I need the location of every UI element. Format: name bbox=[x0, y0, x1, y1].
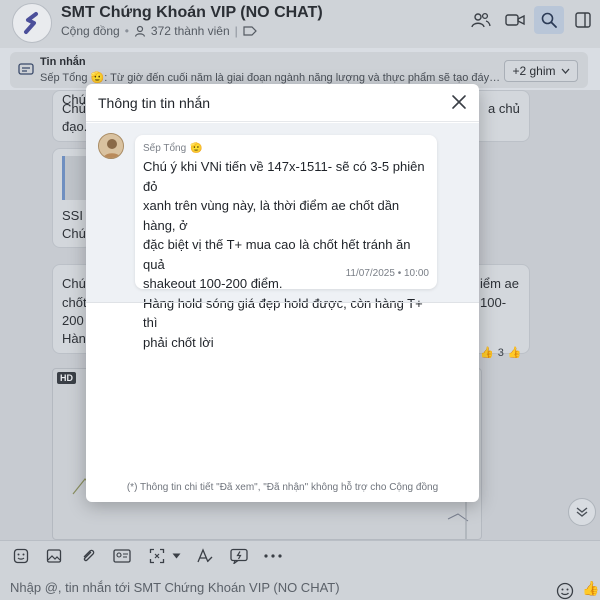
member-count[interactable]: 372 thành viên bbox=[151, 24, 230, 38]
link-preview-thumb bbox=[62, 156, 86, 200]
message-icon bbox=[18, 63, 34, 75]
sticker-button[interactable] bbox=[12, 547, 30, 565]
group-avatar[interactable] bbox=[12, 3, 52, 43]
image-button[interactable] bbox=[45, 547, 63, 565]
scroll-to-bottom-button[interactable] bbox=[568, 498, 596, 526]
message-line: xanh trên vùng này, là thời điểm ae chốt… bbox=[143, 198, 400, 233]
group-title[interactable]: SMT Chứng Khoán VIP (NO CHAT) bbox=[61, 4, 323, 22]
quick-message-icon bbox=[230, 548, 248, 564]
screenshot-button[interactable] bbox=[148, 547, 166, 565]
group-meta: Cộng đồng • 372 thành viên | bbox=[61, 24, 257, 38]
meta-separator: • bbox=[124, 24, 129, 38]
video-icon bbox=[505, 14, 525, 26]
text-format-icon bbox=[197, 548, 213, 563]
add-member-button[interactable] bbox=[466, 6, 496, 34]
message-text: chốt bbox=[62, 295, 87, 310]
image-icon bbox=[46, 549, 62, 563]
more-pins-button[interactable]: +2 ghim bbox=[504, 60, 578, 82]
sender-avatar[interactable] bbox=[98, 133, 124, 159]
message-text: 200 bbox=[62, 313, 84, 328]
dialog-header: Thông tin tin nhắn bbox=[86, 84, 479, 122]
sticker-icon bbox=[13, 548, 29, 564]
message-text: a chủ bbox=[488, 101, 520, 116]
member-icon bbox=[134, 25, 146, 37]
screenshot-options-button[interactable] bbox=[170, 547, 182, 565]
close-icon[interactable] bbox=[451, 94, 467, 110]
message-text: Chú bbox=[62, 276, 86, 291]
group-category: Cộng đồng bbox=[61, 24, 120, 38]
more-horizontal-icon bbox=[264, 554, 282, 558]
message-text: Chú bbox=[62, 226, 86, 241]
message-text: Chú bbox=[62, 101, 86, 116]
message-timestamp: 11/07/2025 • 10:00 bbox=[345, 268, 429, 279]
meta-separator: | bbox=[234, 24, 238, 38]
logo-icon bbox=[24, 12, 38, 34]
avatar-image bbox=[99, 134, 123, 158]
chevron-down-icon bbox=[561, 68, 570, 74]
message-preview-area: Sếp Tổng 🫡 Chú ý khi VNi tiến về 147x-15… bbox=[86, 123, 479, 350]
attach-button[interactable] bbox=[79, 547, 97, 565]
add-reaction-icon[interactable]: 👍 bbox=[508, 346, 522, 359]
message-input[interactable]: Nhập @, tin nhắn tới SMT Chứng Khoán VIP… bbox=[10, 580, 340, 595]
sidebar-icon bbox=[575, 12, 591, 28]
tag-icon[interactable] bbox=[243, 26, 257, 36]
message-card[interactable]: Sếp Tổng 🫡 Chú ý khi VNi tiến về 147x-15… bbox=[135, 135, 437, 350]
emoji-icon[interactable] bbox=[556, 582, 574, 600]
screenshot-icon bbox=[149, 548, 165, 564]
message-line: Chú ý khi VNi tiến về 147x-1511- sẽ có 3… bbox=[143, 159, 425, 194]
quick-like-button[interactable]: 👍 bbox=[582, 580, 599, 597]
search-icon bbox=[541, 12, 557, 28]
sender-name[interactable]: Sếp Tổng bbox=[143, 143, 186, 154]
pinned-label: Tin nhắn bbox=[40, 56, 86, 68]
composer-toolbar bbox=[0, 540, 600, 570]
reaction-count: 3 bbox=[497, 346, 504, 359]
pinned-preview[interactable]: Sếp Tổng 🫡: Từ giờ đến cuối năm là giai … bbox=[40, 71, 502, 84]
message-body: Chú ý khi VNi tiến về 147x-1511- sẽ có 3… bbox=[143, 157, 433, 352]
reaction-summary[interactable]: 👍 3 👍 bbox=[480, 346, 522, 360]
dialog-title: Thông tin tin nhắn bbox=[98, 95, 211, 111]
message-info-dialog: Thông tin tin nhắn Sếp Tổng 🫡 Chú ý khi … bbox=[86, 84, 479, 502]
dialog-footnote: (*) Thông tin chi tiết "Đã xem", "Đã nhậ… bbox=[126, 482, 439, 493]
message-line: Hàng hold sóng giá đẹp hold được, còn hà… bbox=[143, 295, 423, 331]
toggle-sidebar-button[interactable] bbox=[568, 6, 598, 34]
paperclip-icon bbox=[83, 549, 95, 562]
salute-emoji-icon: 🫡 bbox=[190, 143, 203, 154]
message-line: phải chốt lời bbox=[143, 334, 214, 350]
video-call-button[interactable] bbox=[500, 6, 530, 34]
search-button[interactable] bbox=[534, 6, 564, 34]
more-tools-button[interactable] bbox=[264, 547, 282, 565]
format-button[interactable] bbox=[196, 547, 214, 565]
chat-header: SMT Chứng Khoán VIP (NO CHAT) Cộng đồng … bbox=[0, 0, 600, 48]
more-pins-label: +2 ghim bbox=[512, 64, 556, 78]
thumbs-up-icon: 👍 bbox=[480, 347, 494, 359]
contact-card-button[interactable] bbox=[113, 547, 131, 565]
group-add-icon bbox=[471, 12, 491, 28]
header-actions bbox=[466, 6, 600, 34]
double-chevron-down-icon bbox=[576, 507, 588, 517]
message-text: đạo. bbox=[62, 119, 88, 134]
hd-badge: HD bbox=[57, 372, 76, 384]
caret-down-icon bbox=[172, 553, 180, 559]
contact-card-icon bbox=[113, 549, 131, 563]
message-text: iểm ae bbox=[480, 276, 520, 291]
sender-line: Sếp Tổng 🫡 bbox=[143, 143, 203, 154]
quick-message-button[interactable] bbox=[230, 547, 248, 565]
divider bbox=[86, 302, 479, 303]
pinned-message-bar[interactable]: Tin nhắn Sếp Tổng 🫡: Từ giờ đến cuối năm… bbox=[10, 52, 588, 88]
composer: Nhập @, tin nhắn tới SMT Chứng Khoán VIP… bbox=[0, 570, 600, 600]
message-text: 100- bbox=[480, 295, 507, 310]
